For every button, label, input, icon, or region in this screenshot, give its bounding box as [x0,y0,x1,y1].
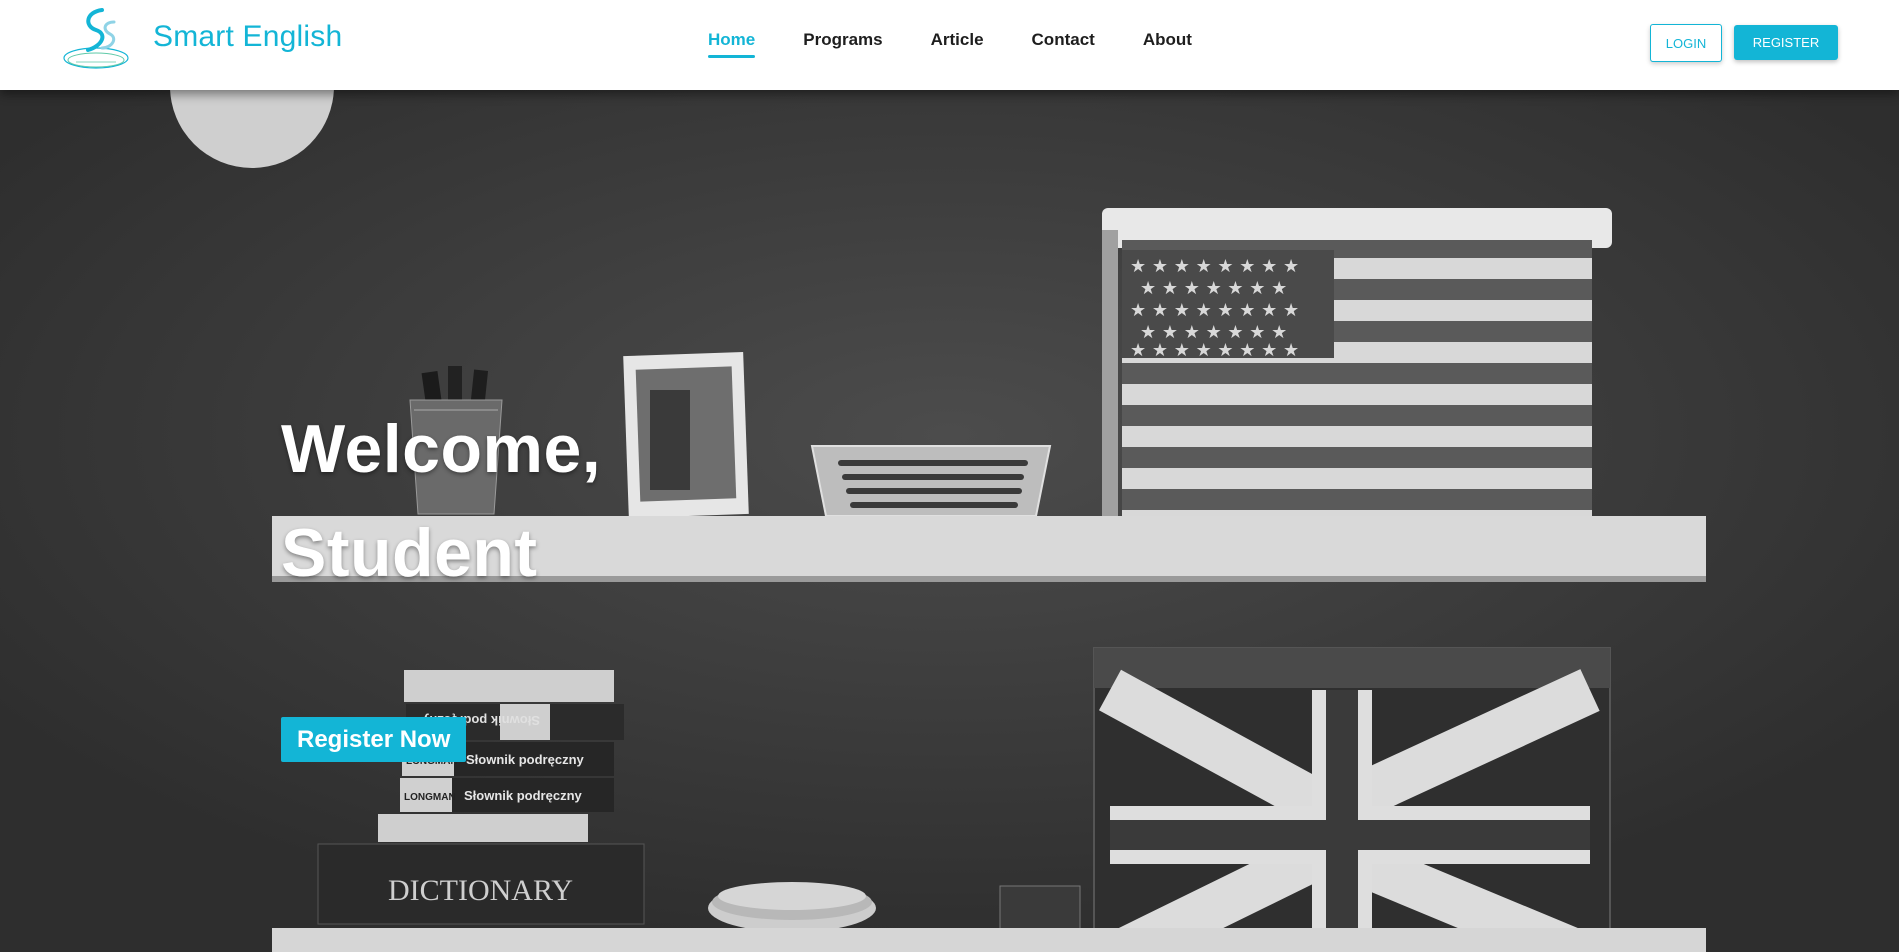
basket-graphic [810,445,1052,517]
records-graphic [708,882,876,932]
hero-banner: ★ ★ ★ ★ ★ ★ ★ ★ ★ ★ ★ ★ ★ ★ ★ ★ ★ ★ ★ ★ … [0,90,1899,952]
svg-text:★ ★ ★ ★ ★ ★ ★ ★: ★ ★ ★ ★ ★ ★ ★ ★ [1130,256,1299,277]
dictionary-spine-text: DICTIONARY [388,874,573,907]
top-navbar: Smart English Home Programs Article Cont… [0,0,1899,90]
photo-frame-graphic [623,351,749,519]
hero-title-line-2: Student [281,515,538,591]
book-brand-text-2: LONGMAN [404,792,456,803]
nav-item-contact[interactable]: Contact [1032,30,1095,50]
book-spine-text-3: Słownik podręczny [464,788,583,803]
brand-name[interactable]: Smart English [153,20,342,54]
register-button[interactable]: REGISTER [1734,25,1838,60]
brand-logo-icon[interactable] [62,6,130,72]
login-button[interactable]: LOGIN [1650,24,1722,62]
hero-title-line-1: Welcome, [281,411,602,487]
svg-text:★ ★ ★ ★ ★ ★ ★ ★: ★ ★ ★ ★ ★ ★ ★ ★ [1130,340,1299,361]
us-flag-box-graphic: ★ ★ ★ ★ ★ ★ ★ ★ ★ ★ ★ ★ ★ ★ ★ ★ ★ ★ ★ ★ … [1102,208,1612,516]
svg-text:★ ★ ★ ★ ★ ★ ★: ★ ★ ★ ★ ★ ★ ★ [1140,278,1287,299]
main-nav: Home Programs Article Contact About [708,30,1240,58]
register-now-button[interactable]: Register Now [281,717,467,762]
nav-item-programs[interactable]: Programs [803,30,882,50]
nav-item-article[interactable]: Article [931,30,984,50]
nav-item-home[interactable]: Home [708,30,756,58]
uk-flag-box-graphic [1093,647,1611,952]
book-spine-text-2: Słownik podręczny [466,752,585,767]
svg-text:★ ★ ★ ★ ★ ★ ★ ★: ★ ★ ★ ★ ★ ★ ★ ★ [1130,300,1299,321]
nav-item-about[interactable]: About [1143,30,1192,50]
